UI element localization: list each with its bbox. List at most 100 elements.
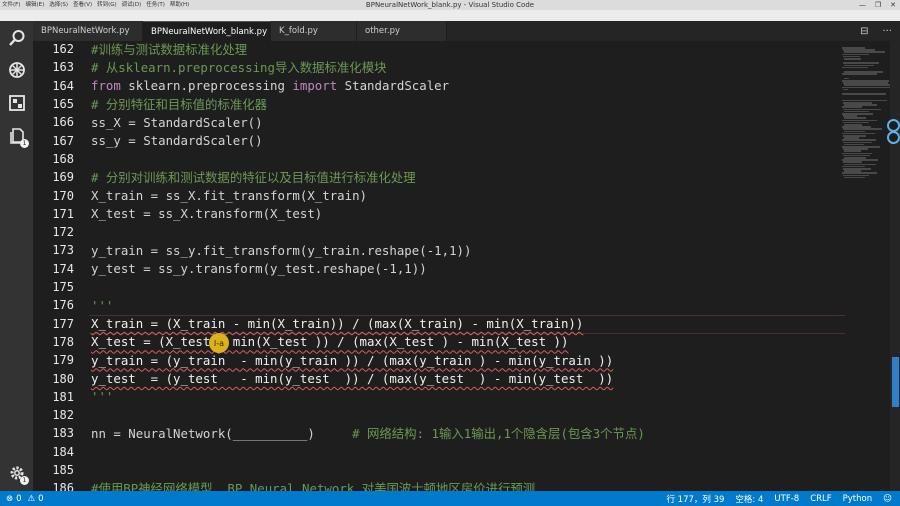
code-text: nn = NeuralNetwork(__________) # 网络结构: 1… [91,424,645,442]
tab-bpneuralnetwork[interactable]: BPNeuralNetWork.py [33,21,143,41]
code-line[interactable]: 171 X_test = ss_X.transform(X_test) [33,205,793,223]
menu-file[interactable]: 文件(F) [2,0,20,10]
menu-bar: 文件(F) 编辑(E) 选择(S) 查看(V) 转到(G) 调试(D) 任务(T… [0,0,194,10]
minimap-line [842,86,890,89]
code-line[interactable]: 185 [33,461,793,479]
indentation[interactable]: 空格: 4 [735,493,763,505]
tab-bpneuralnetwork-blank[interactable]: BPNeuralNetWork_blank.py ● [143,21,284,41]
menu-view[interactable]: 查看(V) [73,0,92,10]
scrollbar-thumb[interactable] [892,357,899,407]
problems-indicator[interactable]: ⊗ 0 ⚠ 0 [0,494,44,504]
code-line[interactable]: 183 nn = NeuralNetwork(__________) # 网络结构… [33,424,793,442]
code-line[interactable]: 182 [33,406,793,424]
line-number: 179 [52,353,74,368]
warning-icon: ⚠ [27,493,36,504]
debug-icon[interactable] [8,61,26,79]
line-number: 185 [52,463,74,478]
menu-help[interactable]: 帮助(H) [170,0,189,10]
menu-selection[interactable]: 选择(S) [49,0,68,10]
code-comment: # 从sklearn.preprocessing导入数据标准化模块 [91,60,387,76]
code-line[interactable]: 163 # 从sklearn.preprocessing导入数据标准化模块 [33,58,793,76]
feedback-icon[interactable]: ☺ [883,494,892,504]
code-line[interactable]: 162 #训练与测试数据标准化处理 [33,41,793,58]
language-mode[interactable]: Python [843,494,872,504]
code-keyword: from [91,78,121,94]
code-comment: ''' [91,297,114,313]
explorer-icon[interactable]: 1 [8,127,29,148]
line-number: 166 [52,115,74,130]
code-text: y_test = ss_y.transform(y_test.reshape(-… [91,260,427,278]
window-controls: — ❐ ✕ [859,0,896,10]
menu-tasks[interactable]: 任务(T) [146,0,165,10]
line-number: 175 [52,280,74,295]
menu-go[interactable]: 转到(G) [97,0,117,10]
code-line[interactable]: 181 ''' [33,388,793,406]
code-line[interactable]: 179 y_train = (y_train - min(y_train )) /… [33,351,793,369]
minimap-line [844,58,861,60]
code-line[interactable]: 166 ss_X = StandardScaler() [33,113,793,131]
code-text: y_train = (y_train - min(y_train )) / (m… [91,351,613,369]
tab-other[interactable]: other.py [357,21,447,41]
tab-k-fold[interactable]: K_fold.py [271,21,357,41]
code-token: nn = NeuralNetwork(__________) [91,425,315,441]
code-line[interactable]: 178 X_test = (X_test - min(X_test )) / (m… [33,333,793,351]
code-text: # 从sklearn.preprocessing导入数据标准化模块 [91,58,386,76]
code-editor[interactable]: 162 #训练与测试数据标准化处理 163 # 从sklearn.preprocess… [33,41,895,491]
line-number: 176 [52,298,74,313]
code-token: y_train = (y_train - min(y_train )) / (m… [91,352,614,368]
code-comment: # 分别对训练和测试数据的特征以及目标值进行标准化处理 [91,170,416,186]
code-line[interactable]: 186 #使用BP神经网络模型 BP_Neural_Network 对美国波士顿地… [33,479,793,491]
activity-bar: 1 1 [0,21,33,491]
minimize-button[interactable]: — [859,1,866,9]
code-line[interactable]: 167 ss_y = StandardScaler() [33,132,793,150]
code-line[interactable]: 180 y_test = (y_test - min(y_test )) / (m… [33,369,793,387]
code-text: #训练与测试数据标准化处理 [91,41,247,58]
gear-icon[interactable]: 1 [8,464,29,485]
line-number: 174 [52,261,74,276]
code-text: # 分别对训练和测试数据的特征以及目标值进行标准化处理 [91,168,416,186]
line-ending[interactable]: CRLF [810,494,831,504]
code-line[interactable]: 177 X_train = (X_train - min(X_train)) / … [33,315,793,333]
code-comment: #使用BP神经网络模型 BP_Neural_Network 对美国波士顿地区房价… [91,481,536,491]
split-editor-icon[interactable]: ⊟ [860,26,868,37]
minimap[interactable] [800,41,892,491]
error-count: 0 [16,493,22,504]
code-text: X_test = ss_X.transform(X_test) [91,205,322,223]
code-line[interactable]: 176 ''' [33,296,793,314]
code-line[interactable]: 169 # 分别对训练和测试数据的特征以及目标值进行标准化处理 [33,168,793,186]
code-line[interactable]: 170 X_train = ss_X.fit_transform(X_train) [33,186,793,204]
code-text: y_test = (y_test - min(y_test )) / (max(… [91,369,613,387]
minimap-line [842,73,877,75]
line-number: 173 [52,243,74,258]
extensions-icon[interactable] [8,94,26,112]
editor-actions: ⊟ ··· [860,21,892,41]
maximize-button[interactable]: ❐ [875,1,881,9]
more-actions-icon[interactable]: ··· [882,26,892,37]
editor-scrollbar[interactable] [890,41,900,491]
code-text: ss_X = StandardScaler() [91,113,263,131]
menu-edit[interactable]: 编辑(E) [25,0,44,10]
search-icon[interactable] [8,29,26,47]
cursor-position[interactable]: 行 177，列 39 [666,493,724,505]
code-line[interactable]: 164 from sklearn.preprocessing import Sta… [33,77,793,95]
code-line[interactable]: 165 # 分别特征和目标值的标准化器 [33,95,793,113]
line-number: 181 [52,389,74,404]
code-line[interactable]: 173 y_train = ss_y.fit_transform(y_train.… [33,241,793,259]
code-line[interactable]: 174 y_test = ss_y.transform(y_test.reshap… [33,260,793,278]
encoding[interactable]: UTF-8 [774,494,799,504]
code-token: sklearn.preprocessing [120,78,293,94]
tab-bar: BPNeuralNetWork.py BPNeuralNetWork_blank… [33,21,900,41]
close-window-button[interactable]: ✕ [890,1,896,9]
code-line[interactable]: 168 [33,150,793,168]
code-line[interactable]: 172 [33,223,793,241]
code-line[interactable]: 175 [33,278,793,296]
code-token: X_train = ss_X.fit_transform(X_train) [91,188,368,204]
menu-debug[interactable]: 调试(D) [122,0,142,10]
code-text: X_test = (X_test - min(X_test )) / (max(… [91,333,568,351]
line-number: 186 [52,481,74,491]
warning-count: 0 [38,493,44,504]
code-text: ''' [91,296,113,314]
code-line[interactable]: 184 [33,443,793,461]
line-number: 163 [52,60,74,75]
line-number: 172 [52,225,74,240]
